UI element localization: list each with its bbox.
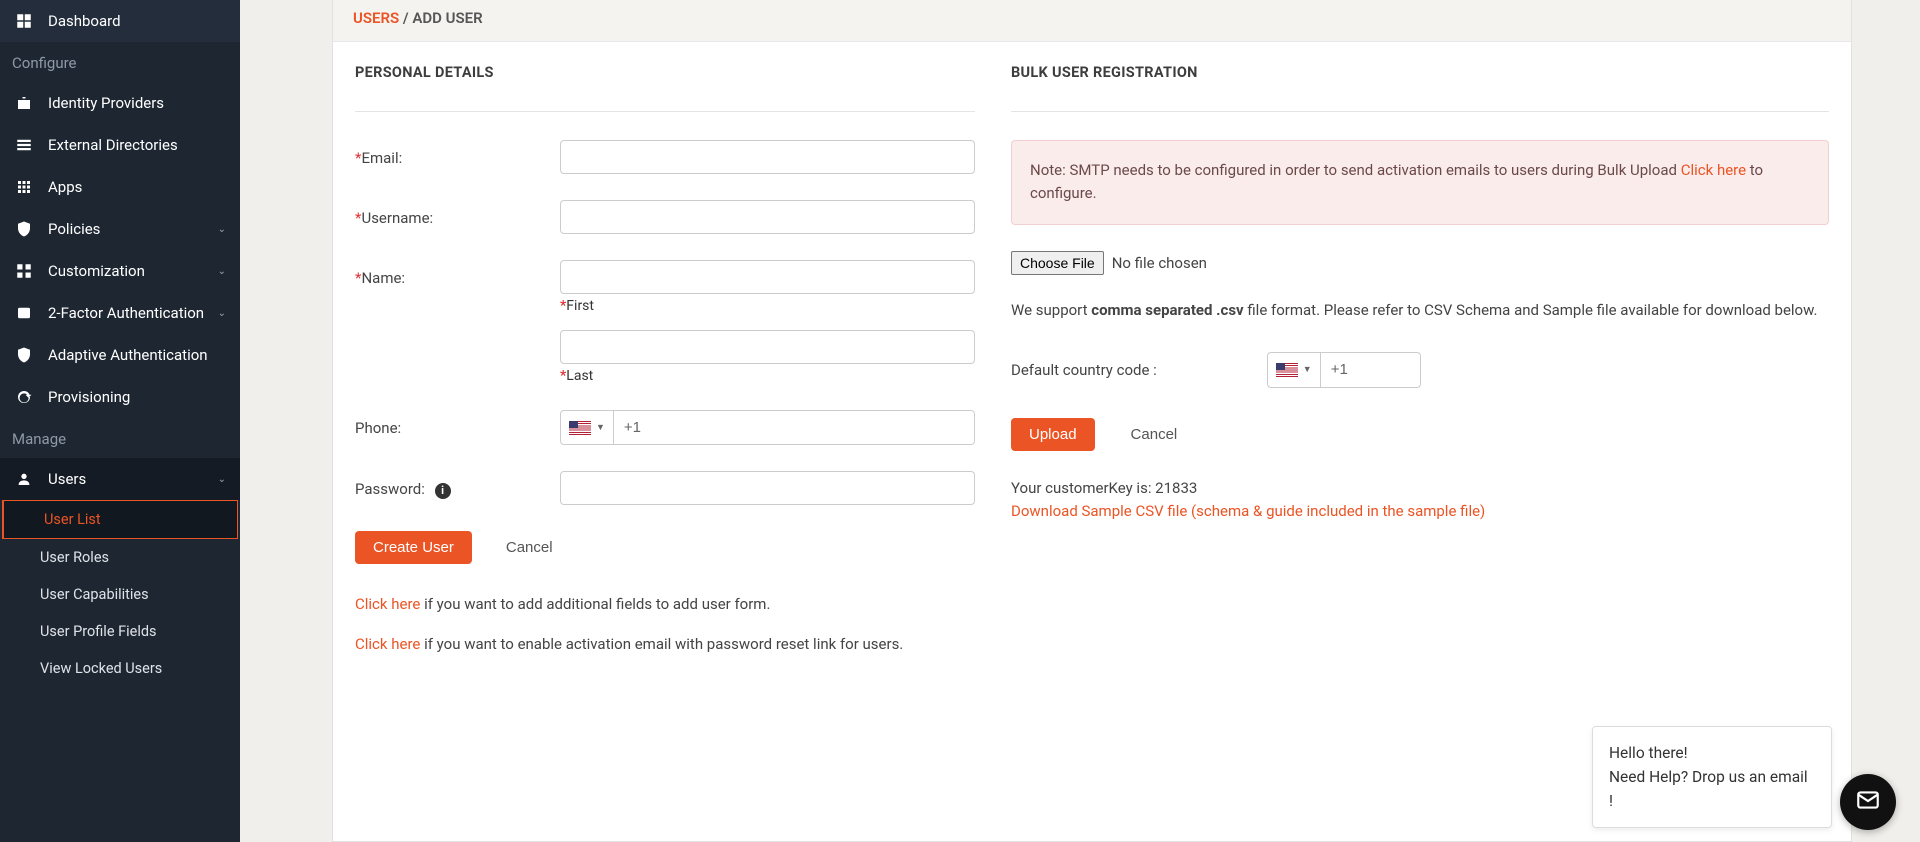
cc-country-selector[interactable]: ▼ xyxy=(1268,353,1321,387)
breadcrumb: USERS / ADD USER xyxy=(333,0,1851,42)
helper-add-fields: Click here if you want to add additional… xyxy=(355,592,975,616)
mail-icon xyxy=(1855,787,1881,817)
link-add-fields[interactable]: Click here xyxy=(355,595,420,613)
username-input[interactable] xyxy=(560,200,975,234)
sidebar-item-external-directories[interactable]: External Directories xyxy=(0,124,240,166)
sync-icon xyxy=(14,387,34,407)
sidebar-item-apps[interactable]: Apps xyxy=(0,166,240,208)
chevron-down-icon: ⌄ xyxy=(218,308,226,319)
divider xyxy=(355,111,975,112)
sidebar-subitem-user-capabilities[interactable]: User Capabilities xyxy=(0,576,240,613)
bulk-registration-section: BULK USER REGISTRATION Note: SMTP needs … xyxy=(1011,64,1829,656)
sidebar-item-customization[interactable]: Customization ⌄ xyxy=(0,250,240,292)
content-card: USERS / ADD USER PERSONAL DETAILS *Email… xyxy=(332,0,1852,842)
breadcrumb-users-link[interactable]: USERS xyxy=(353,9,399,27)
label-password: Password: i xyxy=(355,471,560,499)
list-icon xyxy=(14,135,34,155)
chat-fab-button[interactable] xyxy=(1840,774,1896,830)
choose-file-button[interactable]: Choose File xyxy=(1011,251,1104,275)
sidebar-item-policies[interactable]: Policies ⌄ xyxy=(0,208,240,250)
dropdown-caret-icon: ▼ xyxy=(596,422,605,433)
main-content: USERS / ADD USER PERSONAL DETAILS *Email… xyxy=(240,0,1920,842)
divider xyxy=(1011,111,1829,112)
hint-last: *Last xyxy=(560,368,975,384)
sidebar-heading-manage: Manage xyxy=(0,418,240,458)
label-phone: Phone: xyxy=(355,410,560,437)
label-name: *Name: xyxy=(355,260,560,287)
sidebar-label: Policies xyxy=(48,220,100,238)
sidebar-label: External Directories xyxy=(48,136,178,154)
grid-icon xyxy=(14,177,34,197)
sidebar-heading-configure: Configure xyxy=(0,42,240,82)
customer-key-line: Your customerKey is: 21833 Download Samp… xyxy=(1011,477,1829,524)
sidebar-item-provisioning[interactable]: Provisioning xyxy=(0,376,240,418)
sidebar-label: Customization xyxy=(48,262,145,280)
label-username: *Username: xyxy=(355,200,560,227)
phone-input-group: ▼ xyxy=(560,410,975,445)
phone-input[interactable] xyxy=(614,411,974,444)
country-code-input-group: ▼ xyxy=(1267,352,1421,388)
smtp-note-alert: Note: SMTP needs to be configured in ord… xyxy=(1011,140,1829,225)
link-activation-email[interactable]: Click here xyxy=(355,635,420,653)
sidebar: Dashboard Configure Identity Providers E… xyxy=(0,0,240,842)
dropdown-caret-icon: ▼ xyxy=(1303,364,1312,375)
flag-us-icon xyxy=(569,421,591,435)
info-icon[interactable]: i xyxy=(435,483,451,499)
hint-first: *First xyxy=(560,298,975,314)
briefcase-icon xyxy=(14,93,34,113)
section-title-bulk: BULK USER REGISTRATION xyxy=(1011,64,1829,81)
sidebar-label: 2-Factor Authentication xyxy=(48,304,204,322)
sidebar-subitem-user-list[interactable]: User List xyxy=(2,500,238,539)
sidebar-subitem-view-locked-users[interactable]: View Locked Users xyxy=(0,650,240,687)
keypad-icon xyxy=(14,303,34,323)
file-status-text: No file chosen xyxy=(1112,254,1207,272)
link-configure-smtp[interactable]: Click here xyxy=(1681,161,1746,179)
breadcrumb-current: ADD USER xyxy=(412,9,482,27)
sidebar-subitem-user-profile-fields[interactable]: User Profile Fields xyxy=(0,613,240,650)
sidebar-label: Identity Providers xyxy=(48,94,164,112)
sidebar-item-users[interactable]: Users ⌄ xyxy=(0,458,240,500)
sidebar-label: Dashboard xyxy=(48,12,121,30)
chevron-down-icon: ⌄ xyxy=(218,224,226,235)
chat-line2: Need Help? Drop us an email ! xyxy=(1609,765,1815,813)
user-icon xyxy=(14,469,34,489)
lastname-input[interactable] xyxy=(560,330,975,364)
flag-us-icon xyxy=(1276,363,1298,377)
firstname-input[interactable] xyxy=(560,260,975,294)
download-sample-link[interactable]: Download Sample CSV file (schema & guide… xyxy=(1011,502,1485,520)
sidebar-label: Provisioning xyxy=(48,388,130,406)
upload-button[interactable]: Upload xyxy=(1011,418,1095,451)
phone-country-selector[interactable]: ▼ xyxy=(561,411,614,444)
create-user-button[interactable]: Create User xyxy=(355,531,472,564)
dashboard-icon xyxy=(14,11,34,31)
label-country-code: Default country code : xyxy=(1011,361,1157,379)
section-title-personal: PERSONAL DETAILS xyxy=(355,64,975,81)
cancel-button[interactable]: Cancel xyxy=(488,531,571,564)
password-input[interactable] xyxy=(560,471,975,505)
country-code-input[interactable] xyxy=(1321,361,1420,378)
helper-activation-email: Click here if you want to enable activat… xyxy=(355,632,975,656)
email-input[interactable] xyxy=(560,140,975,174)
chevron-down-icon: ⌄ xyxy=(218,474,226,485)
personal-details-section: PERSONAL DETAILS *Email: *Username: *Nam… xyxy=(355,64,975,656)
bulk-cancel-button[interactable]: Cancel xyxy=(1113,418,1196,451)
chat-line1: Hello there! xyxy=(1609,741,1815,765)
sidebar-subitem-user-roles[interactable]: User Roles xyxy=(0,539,240,576)
sidebar-label: Users xyxy=(48,470,86,488)
label-email: *Email: xyxy=(355,140,560,167)
sidebar-item-adaptive-auth[interactable]: Adaptive Authentication xyxy=(0,334,240,376)
shield-icon xyxy=(14,219,34,239)
sidebar-label: Apps xyxy=(48,178,82,196)
sidebar-label: Adaptive Authentication xyxy=(48,346,208,364)
puzzle-icon xyxy=(14,261,34,281)
sidebar-item-dashboard[interactable]: Dashboard xyxy=(0,0,240,42)
shield-check-icon xyxy=(14,345,34,365)
chat-popup: Hello there! Need Help? Drop us an email… xyxy=(1592,726,1832,828)
sidebar-item-2fa[interactable]: 2-Factor Authentication ⌄ xyxy=(0,292,240,334)
chevron-down-icon: ⌄ xyxy=(218,266,226,277)
csv-support-text: We support comma separated .csv file for… xyxy=(1011,299,1829,322)
sidebar-item-identity-providers[interactable]: Identity Providers xyxy=(0,82,240,124)
